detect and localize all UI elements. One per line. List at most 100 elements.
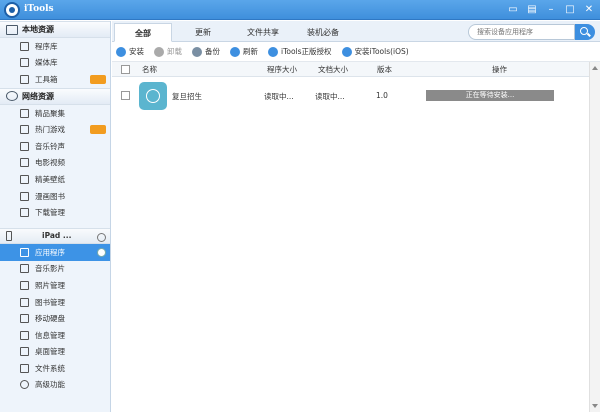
sidebar: 本地资源 程序库 媒体库 工具箱 网络资源 精品聚集 热门游戏 音乐铃声 电影视… (0, 21, 111, 412)
sidebar-item-label: 文件系统 (35, 363, 65, 373)
backup-label: 备份 (205, 47, 220, 56)
sidebar-item-label: 音乐影片 (35, 264, 65, 274)
book-icon (20, 191, 29, 201)
sidebar-item-photos[interactable]: 照片管理 (0, 277, 110, 294)
sidebar-item-label: 桌面管理 (35, 347, 65, 357)
tab-file-sharing[interactable]: 文件共享 (234, 23, 292, 42)
sidebar-item-filesystem[interactable]: 文件系统 (0, 360, 110, 377)
desktop-icon (20, 347, 29, 357)
install-itools-button[interactable]: 安装iTools(iOS) (341, 46, 409, 57)
table-row[interactable]: 复旦招生 读取中... 读取中... 1.0 正在等待安装... (112, 78, 588, 114)
star-icon (268, 46, 278, 57)
close-icon[interactable]: ✕ (580, 2, 598, 17)
sidebar-header-local[interactable]: 本地资源 (0, 21, 110, 38)
search-input[interactable] (468, 24, 575, 40)
install-itools-label: 安装iTools(iOS) (354, 47, 409, 56)
title-bar: iTools ▭ ▤ – □ ✕ (0, 0, 600, 20)
scroll-down-icon[interactable] (592, 404, 598, 408)
genuine-license-label: iTools正版授权 (281, 47, 332, 56)
device-settings-icon[interactable] (97, 232, 106, 242)
disk-icon (20, 314, 29, 324)
new-badge (90, 125, 106, 135)
image-icon (20, 174, 29, 184)
grid-icon (20, 264, 29, 274)
sidebar-item-toolbox[interactable]: 工具箱 (0, 71, 110, 88)
tab-all[interactable]: 全部 (114, 23, 172, 42)
sidebar-item-label: 媒体库 (35, 58, 58, 68)
sidebar-header-label: 本地资源 (22, 25, 54, 34)
sidebar-item-messages[interactable]: 信息管理 (0, 327, 110, 344)
sidebar-item-label: 应用程序 (35, 247, 65, 257)
itools-logo-icon (4, 2, 20, 18)
globe-icon (6, 91, 18, 102)
user-icon (20, 380, 29, 390)
monitor-icon (6, 24, 18, 35)
col-name[interactable]: 名称 (142, 62, 157, 77)
restore-icon[interactable]: ▤ (523, 2, 541, 17)
sidebar-item-app-library[interactable]: 程序库 (0, 38, 110, 55)
install-status-bar: 正在等待安装... (426, 90, 554, 101)
select-all-checkbox[interactable] (121, 65, 130, 74)
sidebar-item-label: 精品聚集 (35, 108, 65, 118)
music-icon (20, 141, 29, 151)
eye-icon[interactable] (97, 247, 106, 257)
scroll-up-icon[interactable] (592, 66, 598, 70)
window-controls: ▭ ▤ – □ ✕ (503, 2, 598, 17)
uninstall-button[interactable]: 卸载 (154, 46, 182, 57)
sidebar-item-label: 精美壁纸 (35, 174, 65, 184)
tab-essentials[interactable]: 装机必备 (294, 23, 352, 42)
sidebar-header-network[interactable]: 网络资源 (0, 87, 110, 105)
wrench-icon (20, 74, 29, 84)
sidebar-item-label: 图书管理 (35, 297, 65, 307)
sidebar-item-label: 程序库 (35, 41, 58, 51)
sidebar-item-hot-games[interactable]: 热门游戏 (0, 121, 110, 138)
install-icon (116, 46, 126, 57)
sidebar-item-label: 移动硬盘 (35, 314, 65, 324)
install-label: 安装 (129, 47, 144, 56)
tab-bar: 全部 更新 文件共享 装机必备 (112, 21, 600, 42)
genuine-license-button[interactable]: iTools正版授权 (268, 46, 332, 57)
search-icon[interactable] (575, 24, 595, 40)
sidebar-item-advanced[interactable]: 高级功能 (0, 377, 110, 394)
film-icon (20, 158, 29, 168)
sidebar-item-books[interactable]: 图书管理 (0, 294, 110, 311)
app-name: 复旦招生 (172, 92, 202, 101)
feedback-icon[interactable]: ▭ (504, 2, 522, 17)
maximize-icon[interactable]: □ (561, 2, 579, 17)
col-action: 操作 (492, 65, 507, 74)
app-size: 读取中... (264, 92, 294, 101)
col-docsize[interactable]: 文档大小 (318, 62, 348, 77)
sidebar-item-downloads[interactable]: 下载管理 (0, 204, 110, 221)
sidebar-item-desktop[interactable]: 桌面管理 (0, 344, 110, 361)
refresh-label: 刷新 (243, 47, 258, 56)
backup-button[interactable]: 备份 (192, 46, 220, 57)
app-docsize: 读取中... (315, 92, 345, 101)
sidebar-item-applications[interactable]: 应用程序 (0, 243, 110, 261)
minimize-icon[interactable]: – (542, 2, 560, 17)
refresh-button[interactable]: 刷新 (230, 46, 258, 57)
book-icon (20, 297, 29, 307)
col-size[interactable]: 程序大小 (267, 62, 297, 77)
sidebar-item-label: 漫画图书 (35, 191, 65, 201)
sidebar-item-comics[interactable]: 漫画图书 (0, 188, 110, 205)
install-button[interactable]: 安装 (116, 46, 144, 57)
sidebar-item-featured[interactable]: 精品聚集 (0, 105, 110, 122)
sidebar-item-label: 电影视频 (35, 158, 65, 168)
folder-icon (20, 363, 29, 373)
grid-icon (20, 247, 29, 257)
sidebar-item-movies[interactable]: 电影视频 (0, 155, 110, 172)
sidebar-item-media-library[interactable]: 媒体库 (0, 55, 110, 72)
sidebar-item-label: 高级功能 (35, 380, 65, 390)
vertical-scrollbar[interactable] (589, 62, 600, 412)
row-checkbox[interactable] (121, 91, 130, 100)
message-icon (20, 330, 29, 340)
sidebar-item-ringtones[interactable]: 音乐铃声 (0, 138, 110, 155)
device-header[interactable]: iPad ... (0, 227, 110, 244)
col-version[interactable]: 版本 (377, 62, 392, 77)
main-panel: 全部 更新 文件共享 装机必备 安装 卸载 备份 刷新 iTools正版授权 (112, 21, 600, 412)
sidebar-item-wallpapers[interactable]: 精美壁纸 (0, 171, 110, 188)
sidebar-item-music-video[interactable]: 音乐影片 (0, 261, 110, 278)
sidebar-item-disk[interactable]: 移动硬盘 (0, 310, 110, 327)
tab-updates[interactable]: 更新 (174, 23, 232, 42)
uninstall-icon (154, 46, 164, 57)
